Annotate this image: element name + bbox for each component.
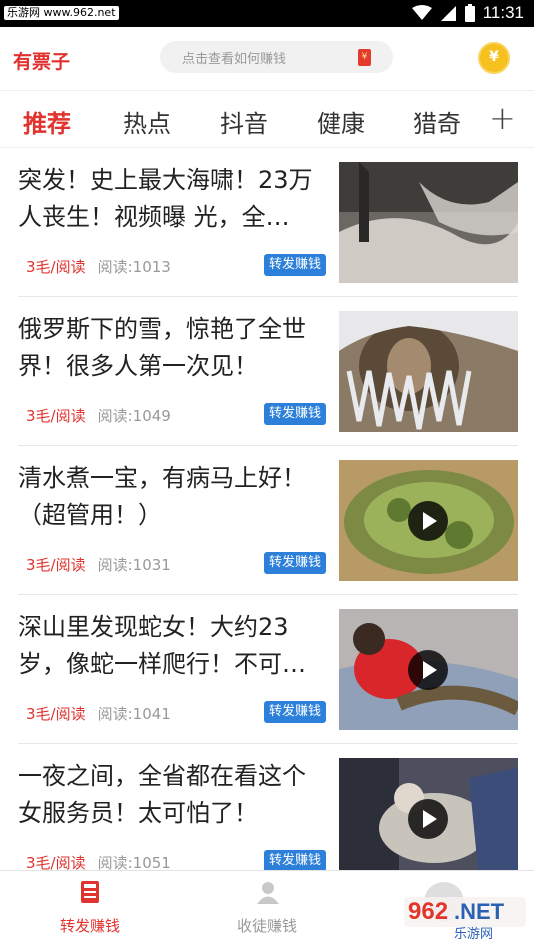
user-icon (257, 882, 279, 904)
article-meta: 3毛/阅读 阅读:1031 (26, 554, 171, 575)
signal-icon (440, 5, 456, 21)
red-packet-icon (358, 49, 371, 66)
article-thumbnail (339, 162, 518, 283)
article-list: 突发！史上最大海啸！23万人丧生！视频曝 光，全… 3毛/阅读 阅读:1013 … (0, 148, 534, 870)
nav-recruit-earn[interactable]: 收徒赚钱 (207, 879, 327, 936)
article-meta: 3毛/阅读 阅读:1041 (26, 703, 171, 724)
category-tabs: 推荐 热点 抖音 健康 猎奇 + (0, 90, 534, 148)
status-bar: 乐游网 www.962.net 11:31 (0, 0, 534, 27)
article-title: 深山里发现蛇女！大约23岁，像蛇一样爬行！不可… (18, 613, 306, 678)
nav-share-earn[interactable]: 转发赚钱 (30, 879, 150, 936)
article-price: 3毛/阅读 (26, 854, 86, 870)
article-thumbnail (339, 460, 518, 581)
wifi-icon (411, 5, 432, 20)
svg-text:.NET: .NET (454, 899, 505, 924)
status-icons: 11:31 (411, 3, 524, 23)
search-placeholder: 点击查看如何赚钱 (182, 52, 287, 67)
article-item[interactable]: 深山里发现蛇女！大约23岁，像蛇一样爬行！不可… 3毛/阅读 阅读:1041 转… (18, 595, 518, 744)
article-reads: 阅读:1049 (97, 407, 171, 425)
add-tab-button[interactable]: + (489, 99, 516, 137)
svg-text:乐游网: 乐游网 (454, 927, 493, 942)
share-earn-button[interactable]: 转发赚钱 (264, 850, 327, 870)
article-thumbnail (339, 311, 518, 432)
tab-health[interactable]: 健康 (317, 104, 365, 139)
play-icon[interactable] (408, 501, 448, 541)
svg-text:962: 962 (408, 898, 448, 925)
share-earn-button[interactable]: 转发赚钱 (264, 701, 327, 723)
tab-recommend[interactable]: 推荐 (23, 104, 71, 139)
article-item[interactable]: 突发！史上最大海啸！23万人丧生！视频曝 光，全… 3毛/阅读 阅读:1013 … (18, 148, 518, 297)
share-earn-button[interactable]: 转发赚钱 (264, 552, 327, 574)
newspaper-icon (81, 881, 99, 903)
coin-button[interactable]: ¥ (478, 42, 510, 74)
tab-curiosity[interactable]: 猎奇 (413, 104, 461, 139)
article-meta: 3毛/阅读 阅读:1013 (26, 256, 171, 277)
search-bar[interactable]: 点击查看如何赚钱 (160, 41, 393, 73)
share-earn-button[interactable]: 转发赚钱 (264, 403, 327, 425)
nav-label: 转发赚钱 (59, 917, 120, 935)
article-price: 3毛/阅读 (26, 556, 86, 574)
clock: 11:31 (482, 3, 524, 22)
share-earn-button[interactable]: 转发赚钱 (264, 254, 327, 276)
coin-icon: ¥ (489, 49, 499, 65)
article-reads: 阅读:1051 (97, 854, 171, 870)
article-title: 一夜之间，全省都在看这个女服务员！太可怕了！ (18, 762, 306, 827)
tab-hot[interactable]: 热点 (123, 104, 171, 139)
play-icon[interactable] (408, 799, 448, 839)
battery-icon (464, 4, 475, 22)
article-thumbnail (339, 609, 518, 730)
article-price: 3毛/阅读 (26, 258, 86, 276)
article-reads: 阅读:1041 (97, 705, 171, 723)
nav-label: 收徒赚钱 (236, 917, 297, 935)
site-watermark: 乐游网 www.962.net (4, 6, 119, 20)
play-icon[interactable] (408, 650, 448, 690)
article-title: 清水煮一宝，有病马上好！（超管用！） (18, 464, 306, 529)
article-title: 突发！史上最大海啸！23万人丧生！视频曝 光，全… (18, 166, 313, 231)
article-meta: 3毛/阅读 阅读:1051 (26, 852, 171, 870)
brand-watermark: 962 .NET 乐游网 (398, 872, 528, 942)
article-item[interactable]: 俄罗斯下的雪，惊艳了全世界！很多人第一次见！ 3毛/阅读 阅读:1049 转发赚… (18, 297, 518, 446)
tab-douyin[interactable]: 抖音 (220, 104, 268, 139)
article-price: 3毛/阅读 (26, 705, 86, 723)
article-price: 3毛/阅读 (26, 407, 86, 425)
article-thumbnail (339, 758, 518, 870)
app-title: 有票子 (13, 51, 71, 73)
article-meta: 3毛/阅读 阅读:1049 (26, 405, 171, 426)
article-item[interactable]: 一夜之间，全省都在看这个女服务员！太可怕了！ 3毛/阅读 阅读:1051 转发赚… (18, 744, 518, 870)
article-reads: 阅读:1013 (97, 258, 171, 276)
article-reads: 阅读:1031 (97, 556, 171, 574)
app-header: 有票子 点击查看如何赚钱 ¥ (0, 27, 534, 90)
article-item[interactable]: 清水煮一宝，有病马上好！（超管用！） 3毛/阅读 阅读:1031 转发赚钱 (18, 446, 518, 595)
article-title: 俄罗斯下的雪，惊艳了全世界！很多人第一次见！ (18, 315, 306, 380)
